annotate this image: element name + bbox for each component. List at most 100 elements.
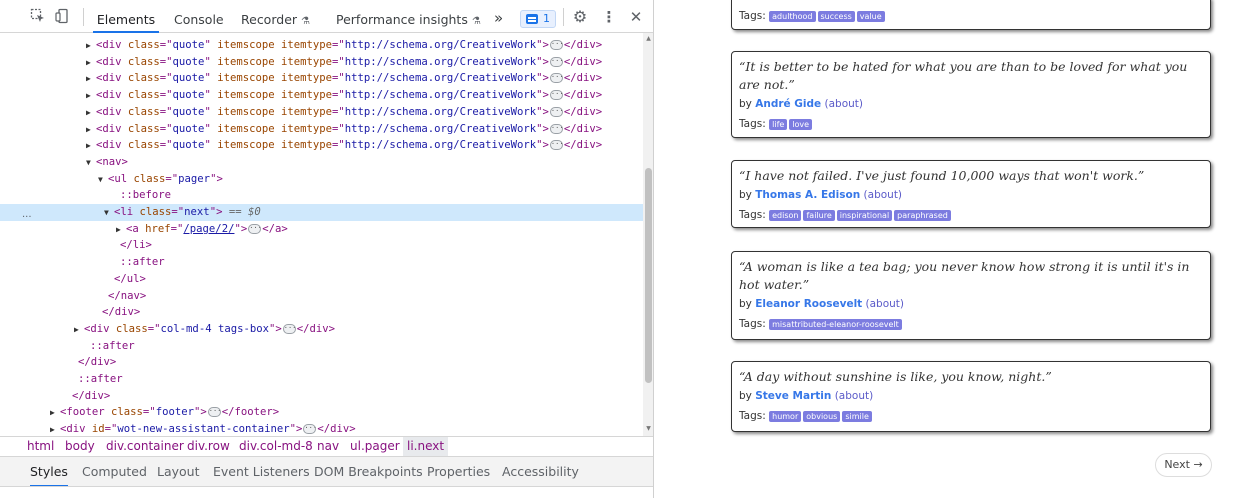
tab-properties[interactable]: Properties bbox=[427, 457, 490, 487]
expand-right-icon[interactable]: ▶ bbox=[74, 321, 84, 338]
collapsed-content-icon[interactable]: ··· bbox=[282, 323, 296, 334]
dom-token-link[interactable]: /page/2/ bbox=[183, 223, 234, 235]
about-link[interactable]: (about) bbox=[860, 189, 903, 201]
dom-node[interactable]: ::before bbox=[0, 187, 643, 204]
selected-node-dots[interactable]: ... bbox=[22, 209, 32, 220]
collapsed-content-icon[interactable]: ··· bbox=[549, 106, 564, 117]
breadcrumb-item[interactable]: li.next bbox=[403, 437, 449, 456]
scroll-up-arrow-icon[interactable]: ▲ bbox=[645, 35, 652, 43]
tag-link[interactable]: paraphrased bbox=[894, 209, 951, 221]
scrollbar-thumb[interactable] bbox=[645, 168, 652, 383]
dom-node[interactable]: ▶ <div class="quote" itemscope itemtype="… bbox=[0, 70, 643, 87]
tab-layout[interactable]: Layout bbox=[157, 457, 200, 487]
expand-right-icon[interactable]: ▶ bbox=[86, 87, 96, 104]
tag-link[interactable]: value bbox=[856, 10, 885, 22]
tag-link[interactable]: misattributed-eleanor-roosevelt bbox=[769, 318, 902, 330]
breadcrumb-item[interactable]: div.row bbox=[183, 437, 234, 456]
expand-right-icon[interactable]: ▶ bbox=[86, 54, 96, 71]
dom-tree[interactable]: ▶ <div class="quote" itemscope itemtype="… bbox=[0, 33, 643, 436]
kebab-menu-icon[interactable]: ⋮ bbox=[600, 8, 618, 26]
dom-node[interactable]: ▶ <div class="quote" itemscope itemtype="… bbox=[0, 104, 643, 121]
expand-down-icon[interactable]: ▼ bbox=[104, 204, 114, 221]
tag-link[interactable]: failure bbox=[803, 209, 835, 221]
dom-node[interactable]: ▶ <a href="/page/2/"> ···</a> bbox=[0, 221, 643, 238]
issues-button[interactable]: 1 bbox=[520, 10, 556, 28]
expand-right-icon[interactable]: ▶ bbox=[116, 221, 126, 238]
tab-dom-breakpoints[interactable]: DOM Breakpoints bbox=[314, 457, 423, 487]
about-link[interactable]: (about) bbox=[862, 298, 905, 310]
breadcrumb-item[interactable]: html bbox=[23, 437, 58, 456]
about-link[interactable]: (about) bbox=[831, 390, 874, 402]
collapsed-content-icon[interactable]: ··· bbox=[549, 140, 564, 151]
next-page-button[interactable]: Next → bbox=[1155, 453, 1212, 477]
collapsed-content-icon[interactable]: ··· bbox=[549, 40, 564, 50]
expand-down-icon[interactable]: ▼ bbox=[86, 154, 96, 171]
collapsed-content-icon[interactable]: ··· bbox=[549, 123, 564, 134]
inspect-icon[interactable] bbox=[29, 8, 47, 26]
dom-node[interactable]: ▶ <footer class="footer"> ···</footer> bbox=[0, 404, 643, 421]
dom-node[interactable]: ▶ <div class="quote" itemscope itemtype="… bbox=[0, 37, 643, 54]
tab-console[interactable]: Console bbox=[174, 0, 224, 33]
tag-link[interactable]: humor bbox=[769, 410, 802, 422]
tab-event-listeners[interactable]: Event Listeners bbox=[213, 457, 310, 487]
tab-accessibility[interactable]: Accessibility bbox=[502, 457, 579, 487]
dom-tree-scrollbar[interactable]: ▲ ▼ bbox=[643, 33, 653, 436]
tag-link[interactable]: adulthood bbox=[769, 10, 816, 22]
dom-node[interactable]: ▶ <div class="col-md-4 tags-box"> ···</div… bbox=[0, 321, 643, 338]
dom-node[interactable]: ::after bbox=[0, 371, 643, 388]
tab-computed[interactable]: Computed bbox=[82, 457, 147, 487]
gear-icon[interactable]: ⚙ bbox=[571, 8, 589, 26]
collapsed-content-icon[interactable]: ··· bbox=[207, 407, 221, 418]
dom-node[interactable]: ▶ <div class="quote" itemscope itemtype="… bbox=[0, 137, 643, 154]
tag-link[interactable]: inspirational bbox=[836, 209, 893, 221]
close-icon[interactable]: ✕ bbox=[627, 8, 645, 26]
collapsed-content-icon[interactable]: ··· bbox=[303, 424, 317, 435]
chevron-double-right-icon[interactable]: » bbox=[494, 0, 503, 33]
about-link[interactable]: (about) bbox=[821, 98, 863, 110]
breadcrumb-item[interactable]: div.col-md-8 bbox=[235, 437, 317, 456]
tag-link[interactable]: obvious bbox=[803, 410, 841, 422]
collapsed-content-icon[interactable]: ··· bbox=[549, 90, 564, 101]
expand-right-icon[interactable]: ▶ bbox=[50, 421, 60, 436]
expand-right-icon[interactable]: ▶ bbox=[86, 121, 96, 138]
dom-node[interactable]: ▶ <div class="quote" itemscope itemtype="… bbox=[0, 54, 643, 71]
dom-node[interactable]: </ul> bbox=[0, 271, 643, 288]
dom-node[interactable]: ▼ <ul class="pager"> bbox=[0, 171, 643, 188]
expand-right-icon[interactable]: ▶ bbox=[86, 70, 96, 87]
dom-node[interactable]: </li> bbox=[0, 237, 643, 254]
breadcrumb-item[interactable]: ul.pager bbox=[346, 437, 404, 456]
dom-node[interactable]: </div> bbox=[0, 304, 643, 321]
tag-link[interactable]: edison bbox=[769, 209, 802, 221]
collapsed-content-icon[interactable]: ··· bbox=[549, 73, 564, 84]
device-toggle-icon[interactable] bbox=[54, 8, 72, 26]
tab-recorder[interactable]: Recorder ⚗ bbox=[241, 0, 310, 33]
expand-down-icon[interactable]: ▼ bbox=[98, 171, 108, 188]
dom-node[interactable]: ::after bbox=[0, 254, 643, 271]
breadcrumb-item[interactable]: body bbox=[61, 437, 99, 456]
dom-node[interactable]: ▶ <div id="wot-new-assistant-container"> ·… bbox=[0, 421, 643, 436]
dom-node[interactable]: ▶ <div class="quote" itemscope itemtype="… bbox=[0, 87, 643, 104]
tag-link[interactable]: simile bbox=[842, 410, 872, 422]
tag-link[interactable]: success bbox=[817, 10, 855, 22]
dom-node[interactable]: ▶ <div class="quote" itemscope itemtype="… bbox=[0, 121, 643, 138]
tag-link[interactable]: life bbox=[769, 118, 788, 130]
expand-right-icon[interactable]: ▶ bbox=[50, 404, 60, 421]
dom-node[interactable]: </div> bbox=[0, 388, 643, 405]
dom-node[interactable]: </nav> bbox=[0, 288, 643, 305]
dom-node-selected[interactable]: ▼ <li class="next"> == $0 bbox=[0, 204, 643, 221]
dom-node[interactable]: ▼ <nav> bbox=[0, 154, 643, 171]
breadcrumb-item[interactable]: div.container bbox=[102, 437, 188, 456]
expand-right-icon[interactable]: ▶ bbox=[86, 137, 96, 154]
dom-node[interactable]: </div> bbox=[0, 354, 643, 371]
scroll-down-arrow-icon[interactable]: ▼ bbox=[645, 425, 652, 433]
collapsed-content-icon[interactable]: ··· bbox=[549, 56, 564, 67]
collapsed-content-icon[interactable]: ··· bbox=[248, 223, 262, 234]
expand-right-icon[interactable]: ▶ bbox=[86, 37, 96, 54]
dom-node[interactable]: ::after bbox=[0, 338, 643, 355]
tab-performance-insights[interactable]: Performance insights ⚗ bbox=[336, 0, 481, 33]
tag-link[interactable]: love bbox=[789, 118, 813, 130]
tab-elements[interactable]: Elements bbox=[93, 0, 159, 33]
expand-right-icon[interactable]: ▶ bbox=[86, 104, 96, 121]
breadcrumb-item[interactable]: nav bbox=[313, 437, 343, 456]
tab-styles[interactable]: Styles bbox=[30, 457, 68, 487]
